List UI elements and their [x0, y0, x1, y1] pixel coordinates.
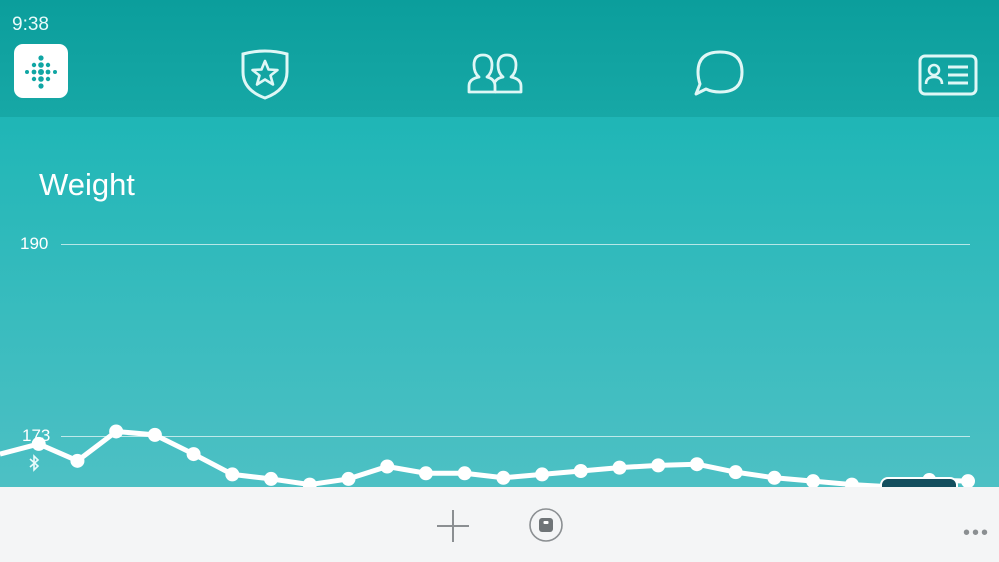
bluetooth-icon	[29, 454, 40, 472]
profile-card-icon	[918, 54, 978, 96]
weight-data-point[interactable]	[535, 467, 550, 482]
status-side-icons	[24, 453, 44, 487]
bottom-app-bar	[0, 487, 999, 562]
weight-data-point[interactable]	[767, 470, 782, 485]
add-log-button[interactable]	[434, 507, 472, 545]
fitbit-home-button[interactable]	[14, 44, 68, 98]
weight-data-point[interactable]	[844, 477, 859, 487]
weight-data-point[interactable]	[806, 474, 821, 487]
weight-data-point[interactable]	[341, 471, 356, 486]
fitbit-logo-icon	[25, 55, 57, 89]
nav-friends-button[interactable]	[465, 46, 523, 102]
plus-icon	[437, 510, 469, 542]
more-options-button[interactable]: •••	[963, 522, 990, 545]
weight-data-point[interactable]	[612, 460, 627, 475]
weight-data-point[interactable]	[961, 474, 975, 487]
weight-data-point[interactable]	[380, 459, 395, 474]
badge-star-icon	[241, 49, 289, 100]
chat-bubble-icon	[694, 50, 744, 96]
nav-messages-button[interactable]	[692, 46, 748, 102]
weight-data-point[interactable]	[573, 464, 588, 479]
nav-account-button[interactable]	[918, 46, 978, 102]
nav-challenges-button[interactable]	[237, 46, 293, 102]
top-app-bar: 9:38	[0, 0, 999, 117]
scale-icon	[529, 508, 563, 542]
weight-data-point[interactable]	[264, 471, 279, 486]
current-weight-bubble[interactable]: 187.0	[880, 477, 958, 487]
weight-data-point[interactable]	[302, 477, 317, 487]
weight-data-point[interactable]	[651, 458, 666, 473]
weight-data-point[interactable]	[31, 436, 46, 451]
weight-data-point[interactable]	[457, 466, 472, 481]
weight-data-point[interactable]	[689, 457, 704, 472]
status-time: 9:38	[12, 14, 49, 35]
weight-series-line	[0, 428, 969, 487]
weight-data-point[interactable]	[728, 465, 743, 480]
weight-data-point[interactable]	[225, 467, 240, 482]
weight-data-point[interactable]	[109, 424, 124, 439]
friends-icon	[467, 53, 523, 94]
weight-data-point[interactable]	[70, 453, 85, 468]
weight-data-point[interactable]	[186, 447, 201, 462]
weight-data-point[interactable]	[147, 427, 162, 442]
scale-sync-button[interactable]	[528, 507, 564, 543]
weight-panel[interactable]: Weight 190 173 187.0	[0, 117, 999, 487]
weight-data-point[interactable]	[496, 470, 511, 485]
weight-data-point[interactable]	[418, 466, 433, 481]
weight-line-chart[interactable]	[0, 117, 999, 487]
